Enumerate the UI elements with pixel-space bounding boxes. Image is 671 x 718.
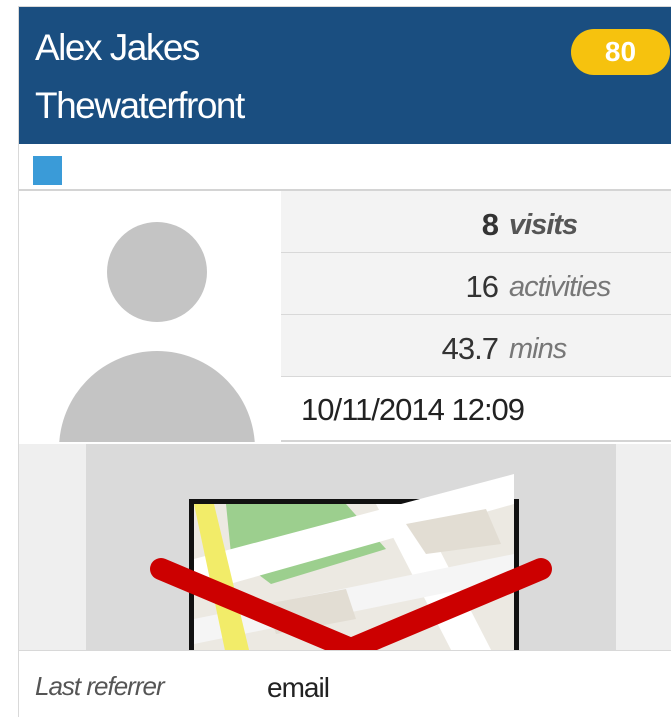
activities-unit: activities	[509, 271, 611, 303]
contact-header: Alex Jakes Thewaterfront 80	[19, 7, 671, 144]
map-location-icon	[86, 444, 616, 650]
visits-unit: visits	[509, 209, 578, 241]
person-placeholder-icon	[107, 222, 207, 322]
minutes-unit: mins	[509, 333, 567, 365]
minutes-count: 43.7	[441, 331, 499, 366]
tag-strip	[19, 144, 671, 191]
stat-minutes: 43.7 mins	[281, 315, 671, 377]
referrer-row: Last referrer email	[19, 650, 671, 718]
score-badge: 80	[571, 29, 670, 75]
stat-last-seen: 10/11/2014 12:09	[281, 377, 671, 442]
stat-visits: 8 visits	[281, 191, 671, 253]
contact-card[interactable]: Alex Jakes Thewaterfront 80 8 visits 16 …	[18, 6, 671, 718]
stat-activities: 16 activities	[281, 253, 671, 315]
activities-count: 16	[465, 269, 499, 304]
last-seen-timestamp: 10/11/2014 12:09	[301, 392, 525, 427]
stats-panel: 8 visits 16 activities 43.7 mins 10/11/2…	[281, 191, 671, 442]
tag-color-square	[33, 156, 62, 185]
referrer-value: email	[267, 672, 330, 703]
contact-name[interactable]: Alex Jakes	[35, 27, 200, 69]
avatar	[19, 191, 281, 442]
location-map[interactable]	[19, 444, 671, 650]
referrer-label: Last referrer	[35, 671, 165, 701]
person-placeholder-body	[59, 351, 255, 442]
contact-company[interactable]: Thewaterfront	[35, 85, 245, 127]
visits-count: 8	[481, 207, 499, 242]
